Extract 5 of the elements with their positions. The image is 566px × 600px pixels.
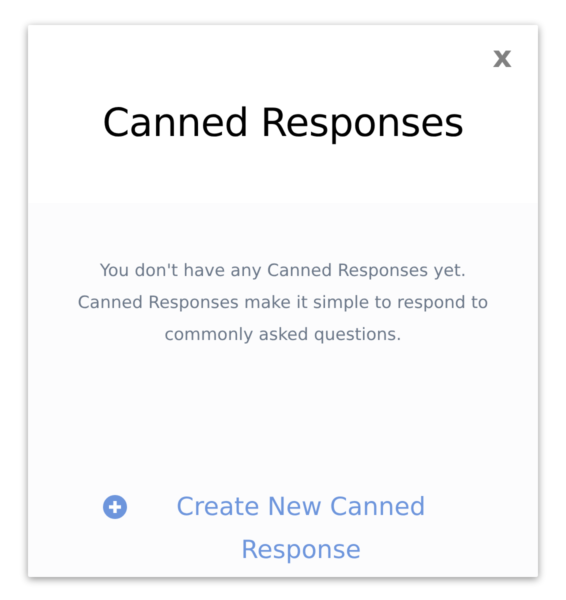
plus-circle-icon bbox=[103, 495, 127, 519]
dialog-title: Canned Responses bbox=[101, 101, 465, 146]
empty-message: You don't have any Canned Responses yet. Canned Responses make it simple to respond to commonly asked questions. bbox=[76, 260, 490, 347]
close-button[interactable]: x bbox=[492, 43, 512, 73]
create-link[interactable]: Create New Canned Response bbox=[103, 485, 463, 571]
